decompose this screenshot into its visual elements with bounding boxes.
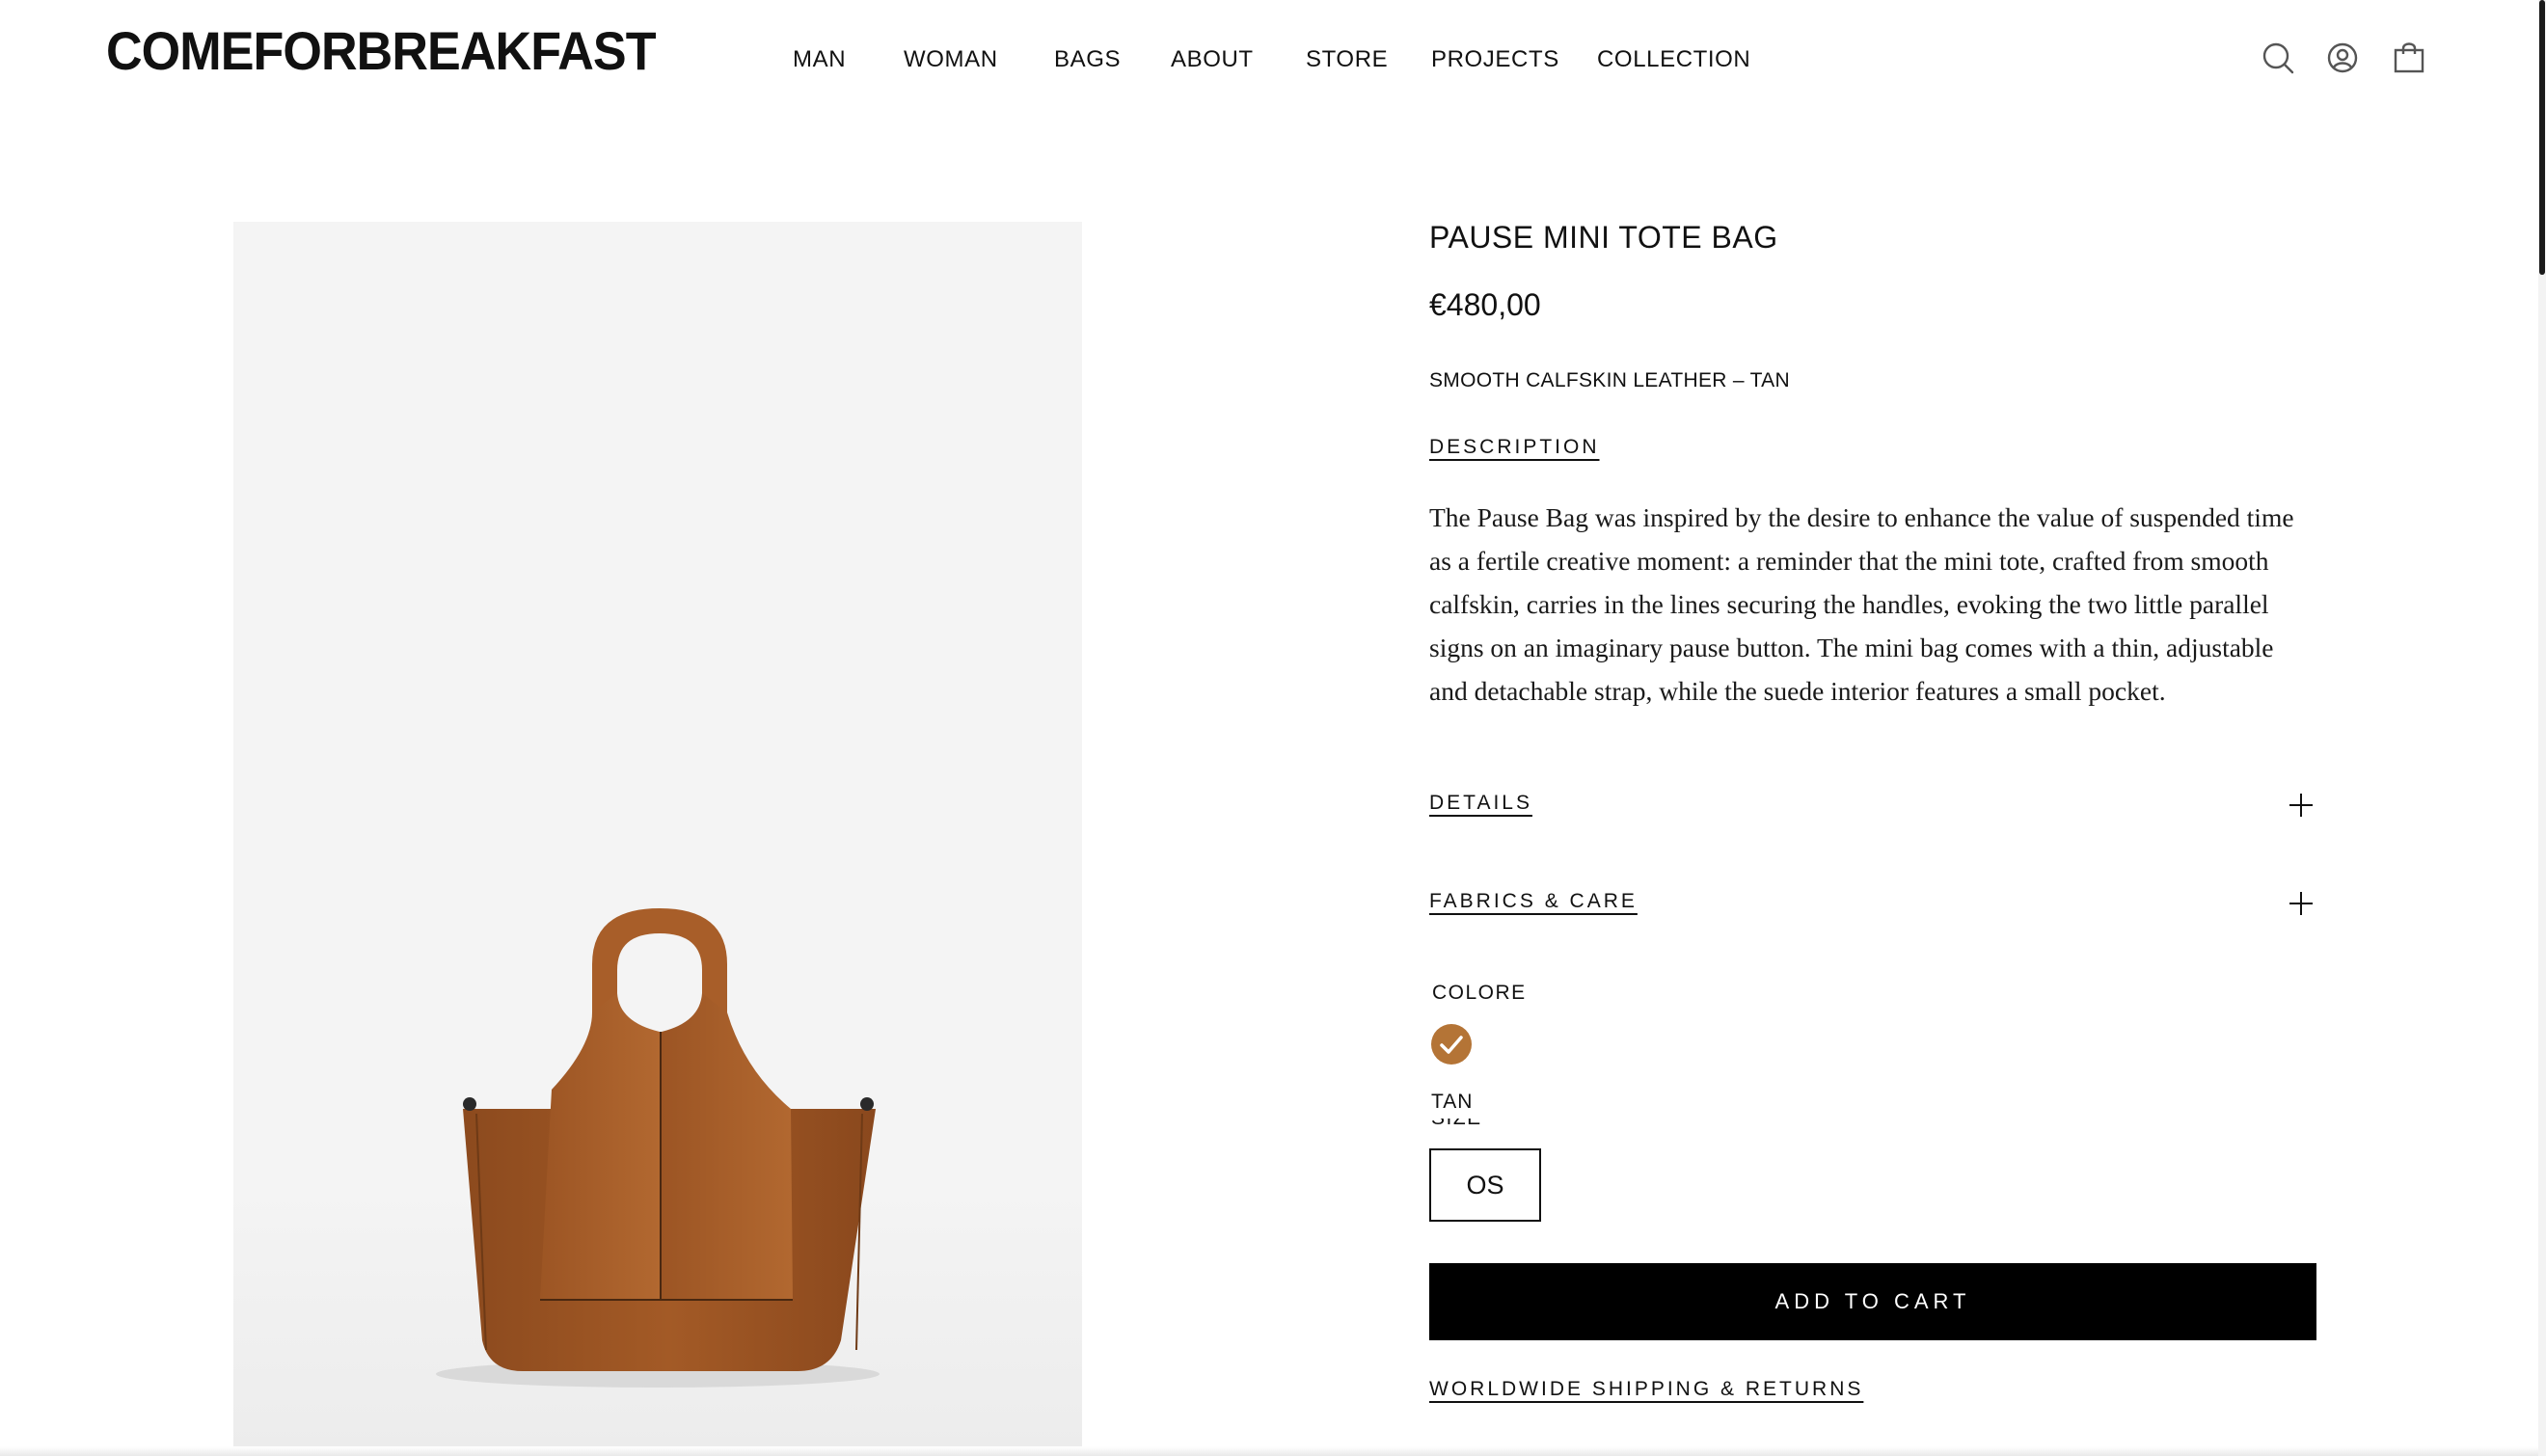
nav-item-woman[interactable]: WOMAN (904, 46, 998, 73)
account-icon[interactable] (2325, 40, 2360, 75)
size-option-os[interactable]: OS (1429, 1148, 1541, 1222)
tote-bag-illustration (436, 908, 880, 1388)
size-label: SIZE (1431, 1119, 1489, 1126)
selected-color-name: TAN (1431, 1091, 1474, 1113)
add-to-cart-button[interactable]: ADD TO CART (1429, 1263, 2316, 1340)
details-plus-icon[interactable] (2287, 791, 2316, 820)
page-bottom-edge (0, 1446, 2538, 1456)
product-description: The Pause Bag was inspired by the desire… (1429, 502, 2294, 706)
check-icon (1440, 1036, 1463, 1054)
fabrics-plus-icon[interactable] (2287, 889, 2316, 918)
search-icon[interactable] (2261, 40, 2295, 75)
brand-logo[interactable]: COMEFORBREAKFAST (106, 19, 657, 82)
nav-item-man[interactable]: MAN (793, 46, 846, 73)
product-title: PAUSE MINI TOTE BAG (1429, 220, 1778, 255)
description-tab[interactable]: DESCRIPTION (1429, 436, 1600, 459)
nav-item-store[interactable]: STORE (1306, 46, 1388, 73)
product-image[interactable] (233, 222, 1082, 1456)
details-accordion[interactable]: DETAILS (1429, 792, 1532, 815)
cart-bag-icon[interactable] (2392, 40, 2426, 75)
nav-item-projects[interactable]: PROJECTS (1431, 46, 1559, 73)
nav-item-collection[interactable]: COLLECTION (1597, 46, 1750, 73)
nav-item-bags[interactable]: BAGS (1054, 46, 1121, 73)
fabrics-care-accordion[interactable]: FABRICS & CARE (1429, 890, 1638, 913)
color-label: COLORE (1432, 982, 1527, 1004)
nav-item-about[interactable]: ABOUT (1171, 46, 1254, 73)
color-swatch-tan[interactable] (1431, 1024, 1472, 1065)
shipping-returns-link[interactable]: WORLDWIDE SHIPPING & RETURNS (1429, 1378, 1863, 1401)
product-material: SMOOTH CALFSKIN LEATHER – TAN (1429, 369, 1790, 391)
scrollbar-thumb[interactable] (2539, 0, 2545, 275)
product-price: €480,00 (1429, 287, 1541, 322)
